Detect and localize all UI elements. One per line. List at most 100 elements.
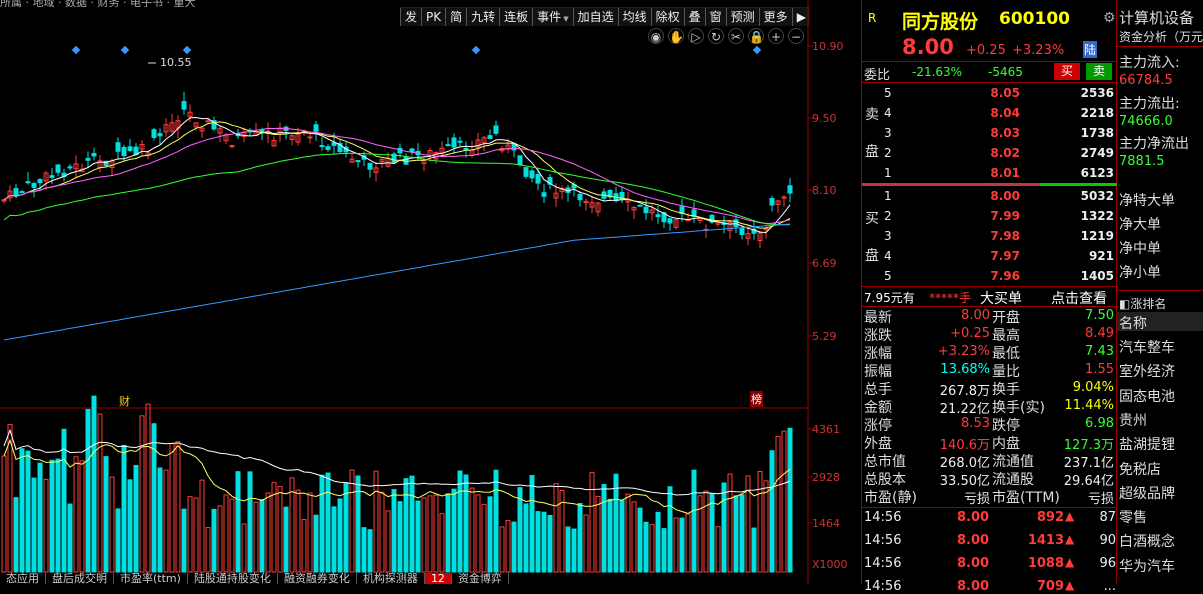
candle-body [325,146,331,150]
volume-bar [247,471,253,573]
volume-bar [475,494,481,573]
ma20-line [3,127,791,224]
bottom-tab-3[interactable]: 陆股通持股变化 [188,573,278,584]
finance-marker[interactable]: 财 [119,393,130,409]
concept-item[interactable]: 汽车整车 [1119,337,1175,357]
stat-label: 换手 [992,382,1020,398]
volume-bar [25,450,31,573]
volume-bar [175,441,181,573]
concept-item[interactable]: 固态电池 [1119,386,1175,406]
volume-bar [535,511,541,573]
stat-label: 市盈(TTM) [992,490,1060,506]
stat-label: 涨幅 [864,346,892,362]
r-badge: R [868,11,877,25]
candle-body [445,144,451,147]
order-level: 1 [884,189,892,203]
net-outflow-label: 主力净流出 [1119,136,1189,152]
sell-button[interactable]: 卖 [1086,63,1112,80]
volume-bar [391,489,397,573]
big-order-label: 大买单 [980,291,1022,307]
volume-bar [151,423,157,573]
candle-body [115,142,121,152]
price-change-pct: +3.23% [1012,43,1065,58]
volume-bar [553,483,559,573]
candle-body [463,147,469,151]
concept-item[interactable]: 白酒概念 [1119,531,1175,551]
stat-value: 13.68% [940,362,990,377]
concept-item[interactable]: 免税店 [1119,459,1161,479]
volume-bar [49,459,55,573]
volume-bar [403,478,409,573]
volume-bar [565,526,571,573]
concept-item[interactable]: 超级品牌 [1119,483,1175,503]
up-arrow-icon: ▲ [1065,555,1075,569]
stat-value: 8.49 [1085,326,1114,341]
tab-badge: 12 [424,573,452,584]
stock-name: 同方股份 [902,11,979,33]
inflow-value: 66784.5 [1119,73,1173,88]
volume-bar [673,517,679,573]
stat-value: 140.6万 [939,438,990,453]
volume-bar [511,521,517,573]
order-price: 8.04 [990,106,1020,120]
up-arrow-icon: ▲ [1065,509,1075,523]
order-level: 3 [884,229,892,243]
big-order-link[interactable]: 点击查看 [1051,288,1107,308]
volume-bar [307,492,313,573]
volume-bar [373,470,379,573]
volume-bar [181,508,187,573]
concept-item[interactable]: 室外经济 [1119,361,1175,381]
kline-chart-area[interactable]: 所属 · 地域 · 数据 · 财务 · 电子书 · 重大 发PK简九转连板事件加… [0,0,860,584]
bottom-tab-5[interactable]: 机构探测器 [357,573,425,584]
high-price-label: 10.55 [160,56,192,69]
volume-bar [547,515,553,573]
price-tick-4: 6.69 [812,257,837,270]
volume-bar [193,497,199,573]
volume-bar [259,499,265,573]
order-price: 8.00 [990,189,1020,203]
candle-body [739,227,745,235]
stat-label: 最低 [992,346,1020,362]
buy-button[interactable]: 买 [1054,63,1080,80]
rank-header[interactable]: ◧涨排名 [1119,295,1166,312]
bottom-tab-1[interactable]: 盘后成交明 [46,573,114,584]
gear-icon[interactable]: ⚙ [1103,10,1116,26]
bottom-tab-2[interactable]: 市盈率(ttm) [114,573,188,584]
price-change: +0.25 [966,43,1006,58]
stat-label: 金额 [864,400,892,416]
candle-body [637,204,643,207]
big-order-price: 7.95元有 [864,291,915,305]
bottom-tab-4[interactable]: 融资融券变化 [278,573,357,584]
stat-label: 换手(实) [992,400,1045,416]
candle-body [769,198,775,206]
volume-bar [577,503,583,573]
rank-marker[interactable]: 榜 [750,391,763,407]
order-volume: 1738 [1080,126,1114,140]
volume-bar [127,479,133,573]
volume-bar [331,506,337,573]
industry-label[interactable]: 计算机设备 [1119,7,1194,28]
net-outflow-value: 7881.5 [1119,154,1165,169]
concept-item[interactable]: 零售 [1119,507,1147,527]
volume-bar [733,495,739,573]
stat-label: 量比 [992,364,1020,380]
order-price: 8.05 [990,86,1020,100]
candle-body [535,174,541,184]
volume-bar [13,497,19,573]
bottom-tab-0[interactable]: 态应用 [0,573,46,584]
tick-volume: 1413 [1027,533,1064,548]
concept-item[interactable]: 盐湖提锂 [1119,434,1175,454]
volume-bar [211,508,217,573]
volume-bar [337,498,343,573]
volume-bar [439,513,445,573]
order-level: 1 [884,166,892,180]
volume-bar [319,474,325,573]
concept-item[interactable]: 华为汽车 [1119,556,1175,576]
flow-medium: 净中单 [1119,241,1161,257]
bottom-tab-6[interactable]: 资金博弈 [452,573,509,584]
stat-label: 外盘 [864,436,892,452]
volume-bar [223,494,229,573]
volume-bar [313,514,319,573]
concept-item[interactable]: 贵州 [1119,410,1147,430]
sell-side-label-2: 盘 [865,144,879,160]
